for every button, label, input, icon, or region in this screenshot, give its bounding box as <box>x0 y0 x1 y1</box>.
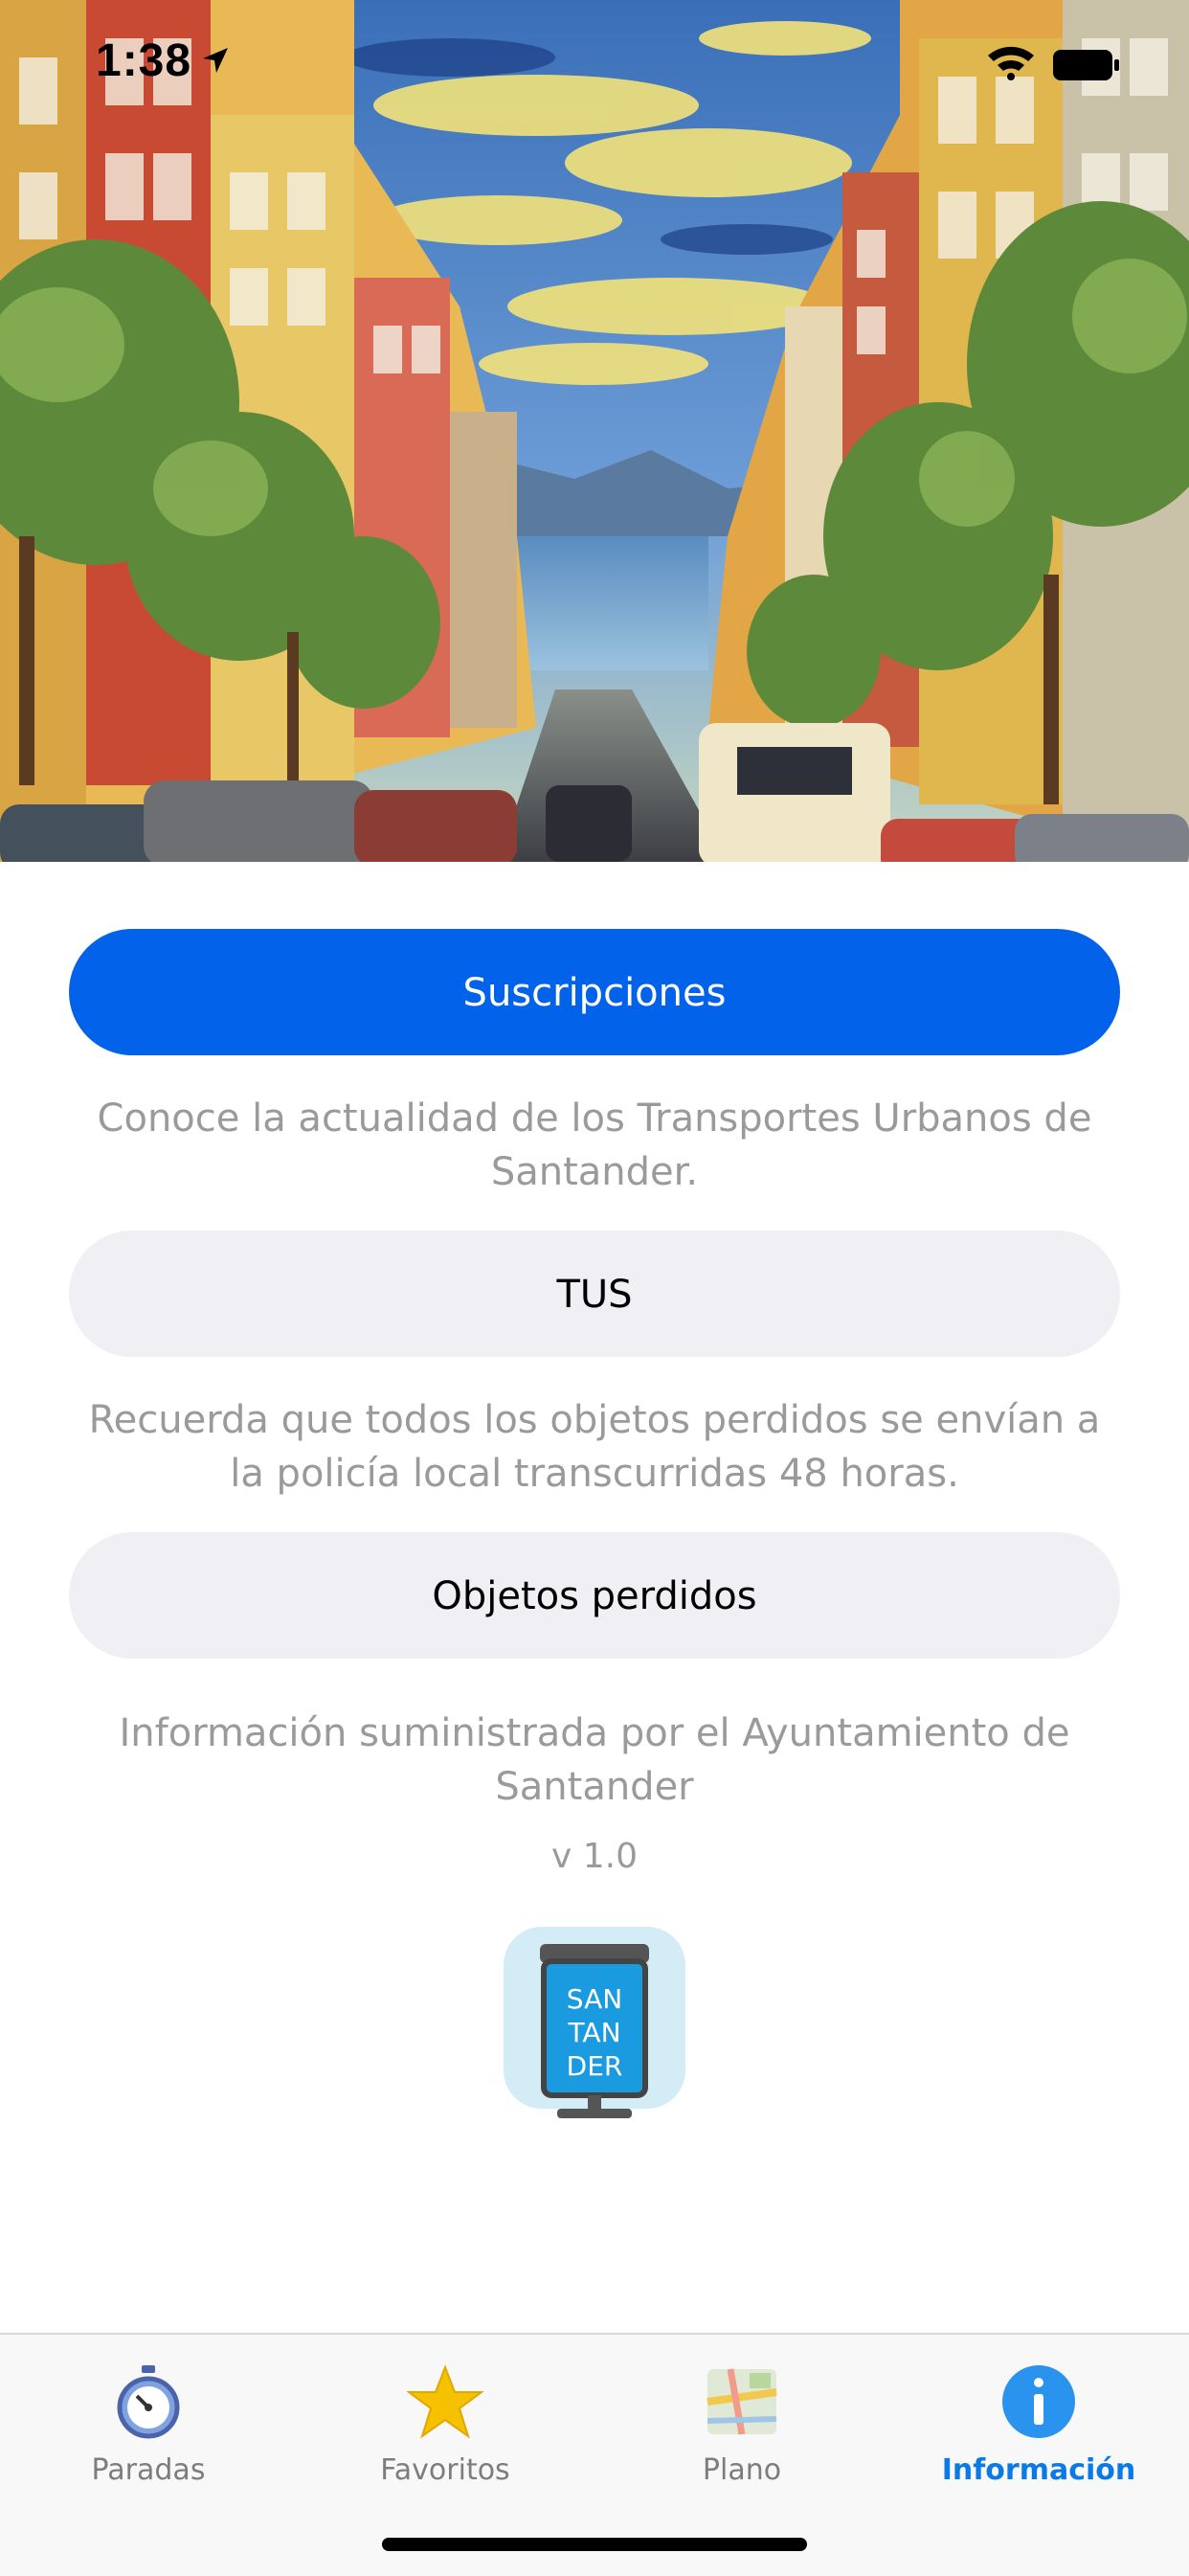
info-icon <box>1000 2363 1077 2440</box>
tab-label-favoritos: Favoritos <box>380 2453 510 2487</box>
logo-text-line3: DER <box>567 2050 623 2082</box>
stopwatch-icon <box>110 2363 187 2440</box>
status-time: 1:38 <box>96 35 192 86</box>
tab-informacion[interactable]: Información <box>890 2346 1187 2490</box>
wifi-icon <box>986 44 1036 85</box>
lost-objects-button[interactable]: Objetos perdidos <box>69 1532 1120 1659</box>
status-bar: 1:38 <box>0 0 1189 134</box>
map-icon <box>704 2363 780 2440</box>
logo-text-line1: SAN <box>567 1983 622 2015</box>
info-source-text: Información suministrada por el Ayuntami… <box>119 1711 1070 1809</box>
tab-label-plano: Plano <box>702 2453 782 2487</box>
star-icon <box>405 2363 485 2440</box>
tab-paradas[interactable]: Paradas <box>0 2346 297 2490</box>
lost-objects-description: Recuerda que todos los objetos perdidos … <box>88 1398 1101 1496</box>
tab-label-paradas: Paradas <box>91 2453 206 2487</box>
tab-favoritos[interactable]: Favoritos <box>297 2346 594 2490</box>
subscriptions-button[interactable]: Suscripciones <box>69 929 1120 1055</box>
tab-plano[interactable]: Plano <box>594 2346 890 2490</box>
tus-button[interactable]: TUS <box>69 1231 1120 1357</box>
tus-description: Conoce la actualidad de los Transportes … <box>97 1096 1092 1194</box>
tab-label-informacion: Información <box>941 2453 1136 2487</box>
version-label: v 1.0 <box>551 1837 638 1876</box>
logo-text-line2: TAN <box>567 2017 620 2048</box>
location-arrow-icon <box>201 46 230 79</box>
home-indicator[interactable] <box>382 2538 807 2551</box>
battery-icon <box>1053 50 1120 85</box>
app-logo: SAN TAN DER <box>504 1927 685 2133</box>
